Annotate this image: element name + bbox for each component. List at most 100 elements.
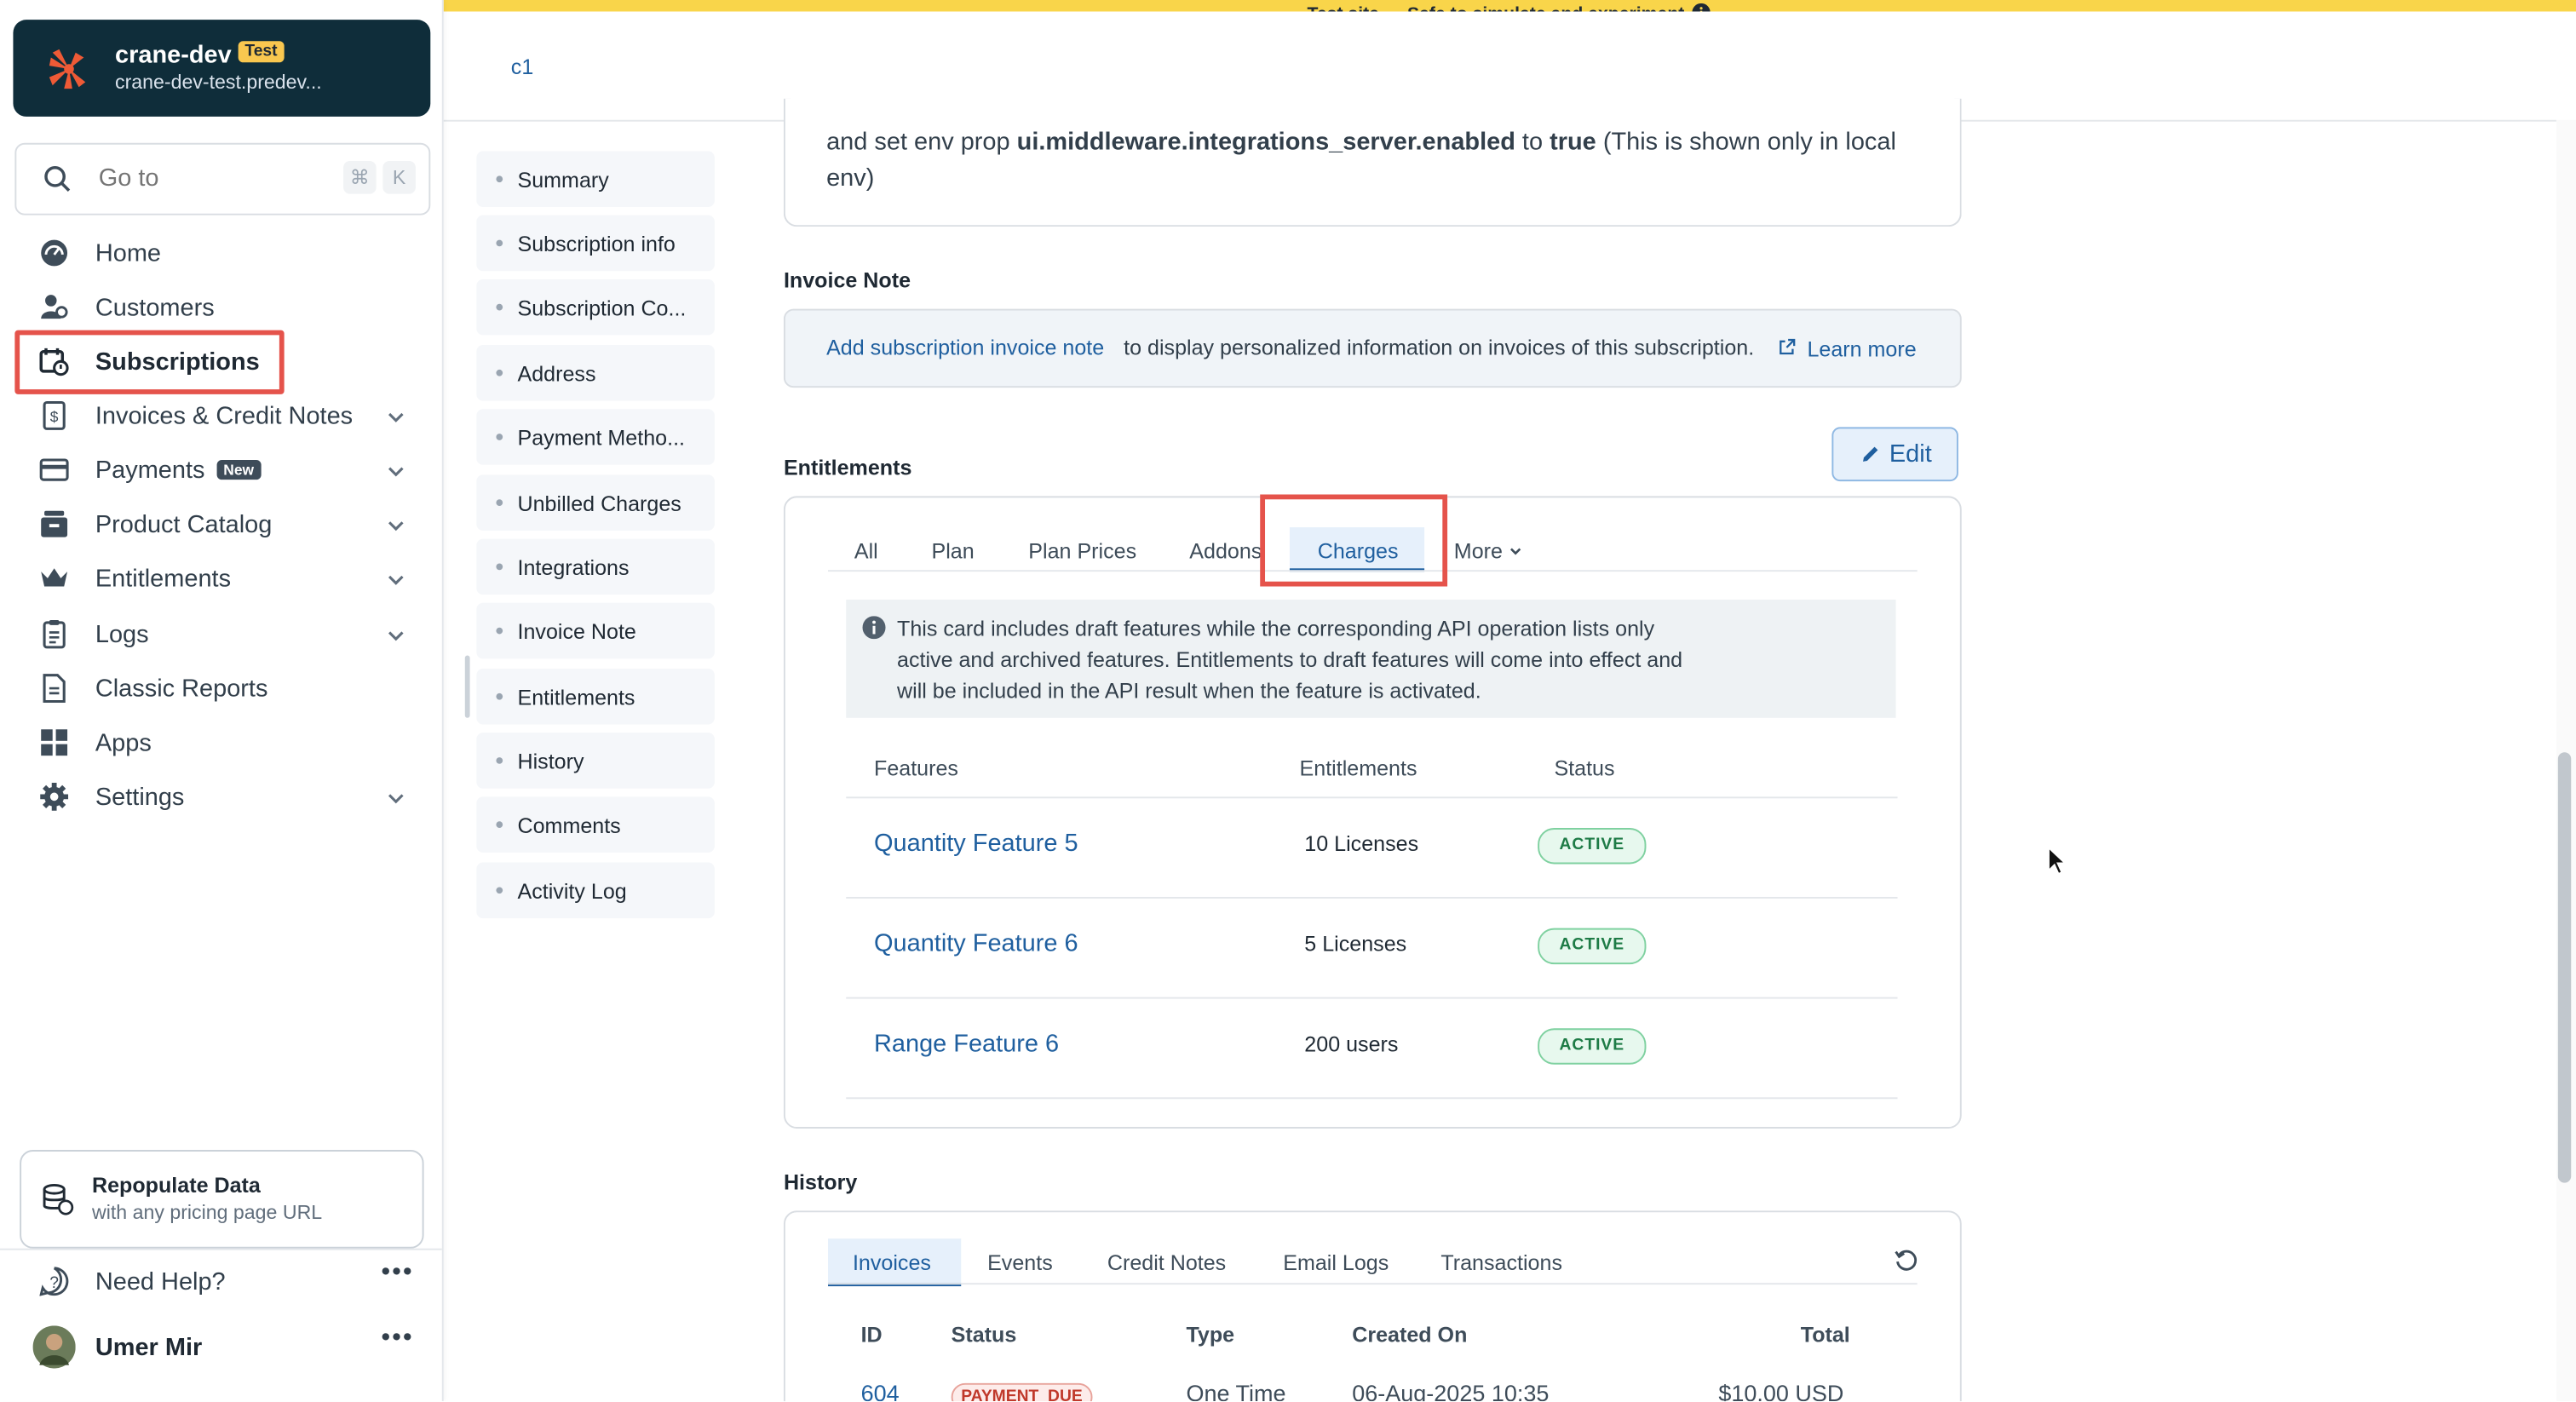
section-link-address[interactable]: Address [476, 345, 715, 401]
chevron-down-icon[interactable] [384, 405, 407, 428]
section-link-summary[interactable]: Summary [476, 151, 715, 208]
report-icon [43, 674, 66, 704]
section-link-unbilled-charges[interactable]: Unbilled Charges [476, 474, 715, 531]
sidebar-resize-handle[interactable] [464, 655, 470, 718]
chevron-down-icon[interactable] [384, 514, 407, 537]
section-link-entitlements[interactable]: Entitlements [476, 668, 715, 725]
section-link-subscription-info[interactable]: Subscription info [476, 215, 715, 272]
tab-credit-notes[interactable]: Credit Notes [1107, 1250, 1226, 1275]
highlight-box-charges [1260, 494, 1448, 587]
col-total: Total [1800, 1322, 1850, 1347]
status-badge: ACTIVE [1538, 828, 1647, 865]
sidebar-item-settings[interactable]: Settings [39, 777, 417, 819]
section-link-invoice-note[interactable]: Invoice Note [476, 602, 715, 659]
section-link-label: Payment Metho... [517, 425, 686, 451]
more-options-icon[interactable]: ••• [381, 1258, 413, 1288]
draft-info-banner: This card includes draft features while … [846, 599, 1896, 718]
row-divider [846, 796, 1898, 799]
tab-plan-prices[interactable]: Plan Prices [1028, 539, 1136, 564]
status-badge: PAYMENT_DUE [951, 1382, 1093, 1402]
new-badge: New [216, 460, 261, 480]
sidebar: crane-dev Test crane-dev-test.predev... … [0, 0, 444, 1402]
col-status: Status [1554, 756, 1615, 781]
chevron-down-icon[interactable] [384, 787, 407, 810]
invoice-id-link[interactable]: 604 [861, 1380, 900, 1401]
refresh-icon[interactable] [1895, 1249, 1919, 1273]
sidebar-item-label: Apps [95, 729, 152, 758]
sidebar-item-product-catalog[interactable]: Product Catalog [39, 504, 417, 547]
card-icon [39, 458, 69, 481]
tab-all[interactable]: All [854, 539, 878, 564]
bullet-icon [496, 369, 503, 376]
section-link-label: History [517, 749, 584, 774]
sidebar-item-label: Product Catalog [95, 510, 273, 539]
chevron-down-icon[interactable] [384, 460, 407, 483]
tab-plan[interactable]: Plan [932, 539, 975, 564]
section-link-payment-method[interactable]: Payment Metho... [476, 409, 715, 465]
bullet-icon [496, 239, 503, 247]
site-switcher[interactable]: crane-dev Test crane-dev-test.predev... [13, 20, 431, 117]
sidebar-item-logs[interactable]: Logs [39, 614, 417, 657]
tab-events[interactable]: Events [987, 1250, 1053, 1275]
user-row[interactable]: Umer Mir ••• [0, 1314, 442, 1380]
tab-email-logs[interactable]: Email Logs [1283, 1250, 1389, 1275]
invoice-total: $10.00 USD [1718, 1380, 1844, 1402]
feature-link[interactable]: Range Feature 6 [874, 1030, 1059, 1058]
chevron-down-icon[interactable] [384, 568, 407, 591]
row-divider [846, 897, 1898, 899]
sidebar-item-classic-reports[interactable]: Classic Reports [39, 669, 417, 711]
section-link-subscription-contract[interactable]: Subscription Co... [476, 279, 715, 336]
goto-search[interactable]: ⌘ K [14, 142, 431, 215]
search-input[interactable] [98, 164, 329, 192]
edit-button[interactable]: Edit [1831, 427, 1958, 482]
invoice-note-title: Invoice Note [783, 267, 911, 293]
more-options-icon[interactable]: ••• [381, 1324, 413, 1353]
section-link-label: Comments [517, 813, 621, 838]
tab-addons[interactable]: Addons [1189, 539, 1262, 564]
tab-invoices[interactable]: Invoices [853, 1250, 931, 1275]
sidebar-item-label: Entitlements [95, 565, 232, 594]
section-link-history[interactable]: History [476, 733, 715, 789]
sidebar-item-label: Logs [95, 621, 149, 649]
breadcrumb[interactable]: c1 [511, 55, 533, 79]
feature-link[interactable]: Quantity Feature 5 [874, 830, 1078, 858]
col-features: Features [874, 756, 958, 781]
sidebar-item-label: Classic Reports [95, 675, 268, 704]
col-status: Status [951, 1322, 1017, 1347]
repopulate-data-card[interactable]: Repopulate Data with any pricing page UR… [20, 1150, 424, 1249]
invoice-note-text: to display personalized information on i… [1124, 335, 1755, 360]
page-scrollbar-thumb[interactable] [2557, 752, 2572, 1183]
section-link-activity-log[interactable]: Activity Log [476, 862, 715, 919]
help-row[interactable]: ? Need Help? ••• [0, 1248, 442, 1316]
history-title: History [783, 1169, 858, 1195]
sidebar-item-invoices[interactable]: $ Invoices & Credit Notes [39, 396, 417, 439]
avatar [32, 1325, 76, 1369]
info-icon [862, 616, 886, 640]
external-link-icon [1780, 338, 1796, 355]
entitlement-value: 10 Licenses [1304, 830, 1419, 856]
logs-icon [43, 620, 66, 649]
row-divider [846, 1097, 1898, 1100]
sidebar-item-home[interactable]: Home [39, 233, 417, 276]
apps-icon [41, 729, 68, 756]
sidebar-item-entitlements[interactable]: Entitlements [39, 559, 417, 601]
section-link-comments[interactable]: Comments [476, 796, 715, 853]
k-key-hint: K [382, 161, 416, 194]
section-link-label: Subscription Co... [517, 296, 687, 321]
add-invoice-note-link[interactable]: Add subscription invoice note [826, 335, 1104, 359]
feature-link[interactable]: Quantity Feature 6 [874, 930, 1078, 958]
tab-transactions[interactable]: Transactions [1440, 1250, 1562, 1275]
chevron-down-icon[interactable] [384, 624, 407, 647]
tab-more[interactable]: More [1454, 539, 1523, 564]
sidebar-item-apps[interactable]: Apps [39, 723, 417, 766]
env-prop-name: ui.middleware.integrations_server.enable… [1016, 128, 1515, 157]
section-link-integrations[interactable]: Integrations [476, 538, 715, 595]
sidebar-item-customers[interactable]: Customers [39, 288, 417, 330]
help-icon: ? [39, 1267, 69, 1296]
col-entitlements: Entitlements [1299, 756, 1417, 781]
tab-more-label: More [1453, 538, 1503, 564]
integrations-note: and set env prop ui.middleware.integrati… [826, 125, 1943, 198]
bullet-icon [496, 175, 503, 183]
bullet-icon [496, 434, 503, 440]
learn-more-link[interactable]: Learn more [1807, 336, 1916, 361]
